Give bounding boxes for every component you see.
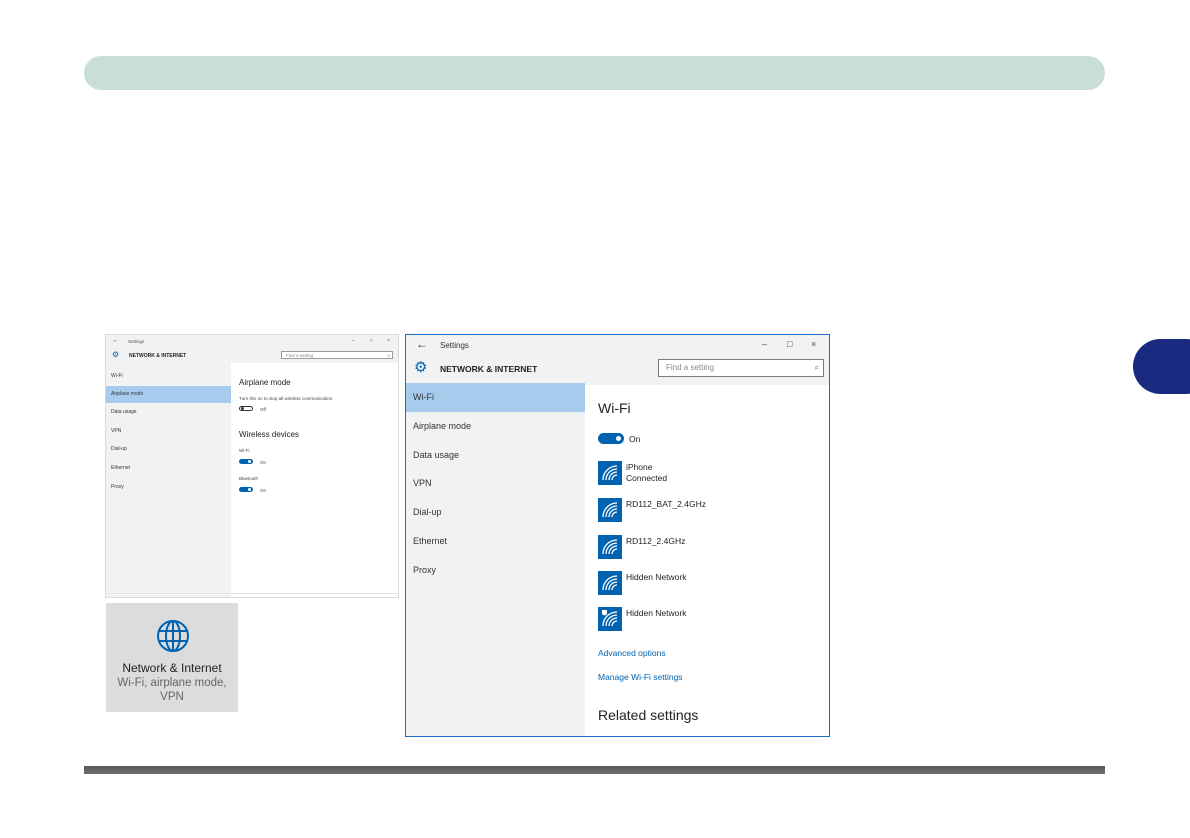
network-name: RD112_2.4GHz <box>626 536 686 546</box>
search-input[interactable]: Find a setting ⌕ <box>658 359 824 377</box>
search-input[interactable]: Find a setting ⌕ <box>281 351 393 359</box>
wifi-signal-icon <box>598 535 622 559</box>
wireless-devices-heading: Wireless devices <box>239 430 300 439</box>
sidebar-item-airplane-mode[interactable]: Airplane mode <box>406 412 585 441</box>
wifi-signal-icon <box>598 498 622 522</box>
wifi-toggle[interactable] <box>598 433 624 444</box>
search-icon: ⌕ <box>814 363 819 372</box>
maximize-button[interactable]: □ <box>370 338 373 344</box>
sidebar-item-ethernet[interactable]: Ethernet <box>406 527 585 556</box>
sidebar: Wi-Fi Airplane mode Data usage VPN Dial-… <box>106 363 231 597</box>
sidebar-item-proxy[interactable]: Proxy <box>406 556 585 585</box>
footer-line <box>84 766 1105 774</box>
title-bar: ← Settings – □ × <box>406 335 829 355</box>
settings-window-airplane: ← Settings – □ × ⚙ NETWORK & INTERNET Fi… <box>105 334 399 598</box>
wifi-signal-icon <box>598 571 622 595</box>
section-title: NETWORK & INTERNET <box>440 364 538 374</box>
bluetooth-device-label: Bluetooth <box>239 476 259 481</box>
wifi-toggle-state: On <box>629 434 641 444</box>
sidebar-item-ethernet[interactable]: Ethernet <box>106 460 231 477</box>
wifi-device-label: Wi-Fi <box>239 448 250 453</box>
settings-window-wifi: ← Settings – □ × ⚙ NETWORK & INTERNET Fi… <box>405 334 830 737</box>
airplane-mode-state: Off <box>260 407 266 412</box>
network-name: iPhone <box>626 462 653 472</box>
search-placeholder: Find a setting <box>286 353 314 358</box>
related-settings-heading: Related settings <box>598 707 699 723</box>
search-placeholder: Find a setting <box>666 363 715 372</box>
globe-icon <box>157 620 189 652</box>
wifi-heading: Wi-Fi <box>598 400 631 416</box>
network-status: Connected <box>626 473 668 483</box>
tile-subtitle: Wi-Fi, airplane mode, VPN <box>106 676 238 704</box>
title-bar: ← Settings – □ × <box>106 335 398 348</box>
chapter-tab <box>1133 339 1190 394</box>
bluetooth-device-toggle[interactable] <box>239 487 253 492</box>
sidebar-item-proxy[interactable]: Proxy <box>106 479 231 496</box>
sidebar-item-dial-up[interactable]: Dial-up <box>406 498 585 527</box>
airplane-mode-toggle[interactable] <box>239 406 253 411</box>
wifi-device-state: On <box>260 460 267 465</box>
settings-header: ⚙ NETWORK & INTERNET Find a setting ⌕ <box>106 348 398 363</box>
sidebar-item-wifi[interactable]: Wi-Fi <box>106 368 231 385</box>
divider <box>106 593 398 594</box>
sidebar-item-vpn[interactable]: VPN <box>106 423 231 440</box>
window-title: Settings <box>440 341 469 350</box>
window-title: Settings <box>128 339 145 344</box>
secured-wifi-signal-icon <box>598 607 622 631</box>
close-button[interactable]: × <box>387 338 390 344</box>
sidebar-item-data-usage[interactable]: Data usage <box>106 404 231 421</box>
network-name: Hidden Network <box>626 572 687 582</box>
airplane-mode-heading: Airplane mode <box>239 378 291 387</box>
wifi-device-toggle[interactable] <box>239 459 253 464</box>
airplane-mode-description: Turn this on to stop all wireless commun… <box>239 396 334 401</box>
close-button[interactable]: × <box>811 339 816 349</box>
sidebar-item-airplane-mode[interactable]: Airplane mode <box>106 386 231 403</box>
network-internet-tile[interactable]: Network & Internet Wi-Fi, airplane mode,… <box>106 603 238 712</box>
network-name: RD112_BAT_2.4GHz <box>626 499 706 509</box>
gear-icon: ⚙ <box>112 350 120 359</box>
sidebar-item-wifi[interactable]: Wi-Fi <box>406 383 585 412</box>
page-header-bar <box>84 56 1105 90</box>
gear-icon: ⚙ <box>414 359 428 376</box>
tile-subtitle-line-1: Wi-Fi, airplane mode, <box>117 677 227 689</box>
back-arrow-icon[interactable]: ← <box>416 337 428 351</box>
advanced-options-link[interactable]: Advanced options <box>598 648 666 658</box>
tile-subtitle-line-2: VPN <box>160 691 184 703</box>
section-title: NETWORK & INTERNET <box>129 353 187 359</box>
sidebar-item-dial-up[interactable]: Dial-up <box>106 441 231 458</box>
bluetooth-device-state: On <box>260 488 267 493</box>
tile-title: Network & Internet <box>122 661 222 675</box>
sidebar-item-data-usage[interactable]: Data usage <box>406 441 585 470</box>
wifi-signal-icon <box>598 461 622 485</box>
maximize-button[interactable]: □ <box>787 339 792 349</box>
settings-header: ⚙ NETWORK & INTERNET Find a setting ⌕ <box>406 355 829 385</box>
sidebar: Wi-Fi Airplane mode Data usage VPN Dial-… <box>406 383 585 736</box>
search-icon: ⌕ <box>387 353 390 358</box>
minimize-button[interactable]: – <box>762 339 767 349</box>
manage-wifi-settings-link[interactable]: Manage Wi-Fi settings <box>598 672 683 682</box>
sidebar-item-vpn[interactable]: VPN <box>406 469 585 498</box>
minimize-button[interactable]: – <box>352 338 355 344</box>
back-arrow-icon[interactable]: ← <box>112 337 119 344</box>
network-name: Hidden Network <box>626 608 687 618</box>
